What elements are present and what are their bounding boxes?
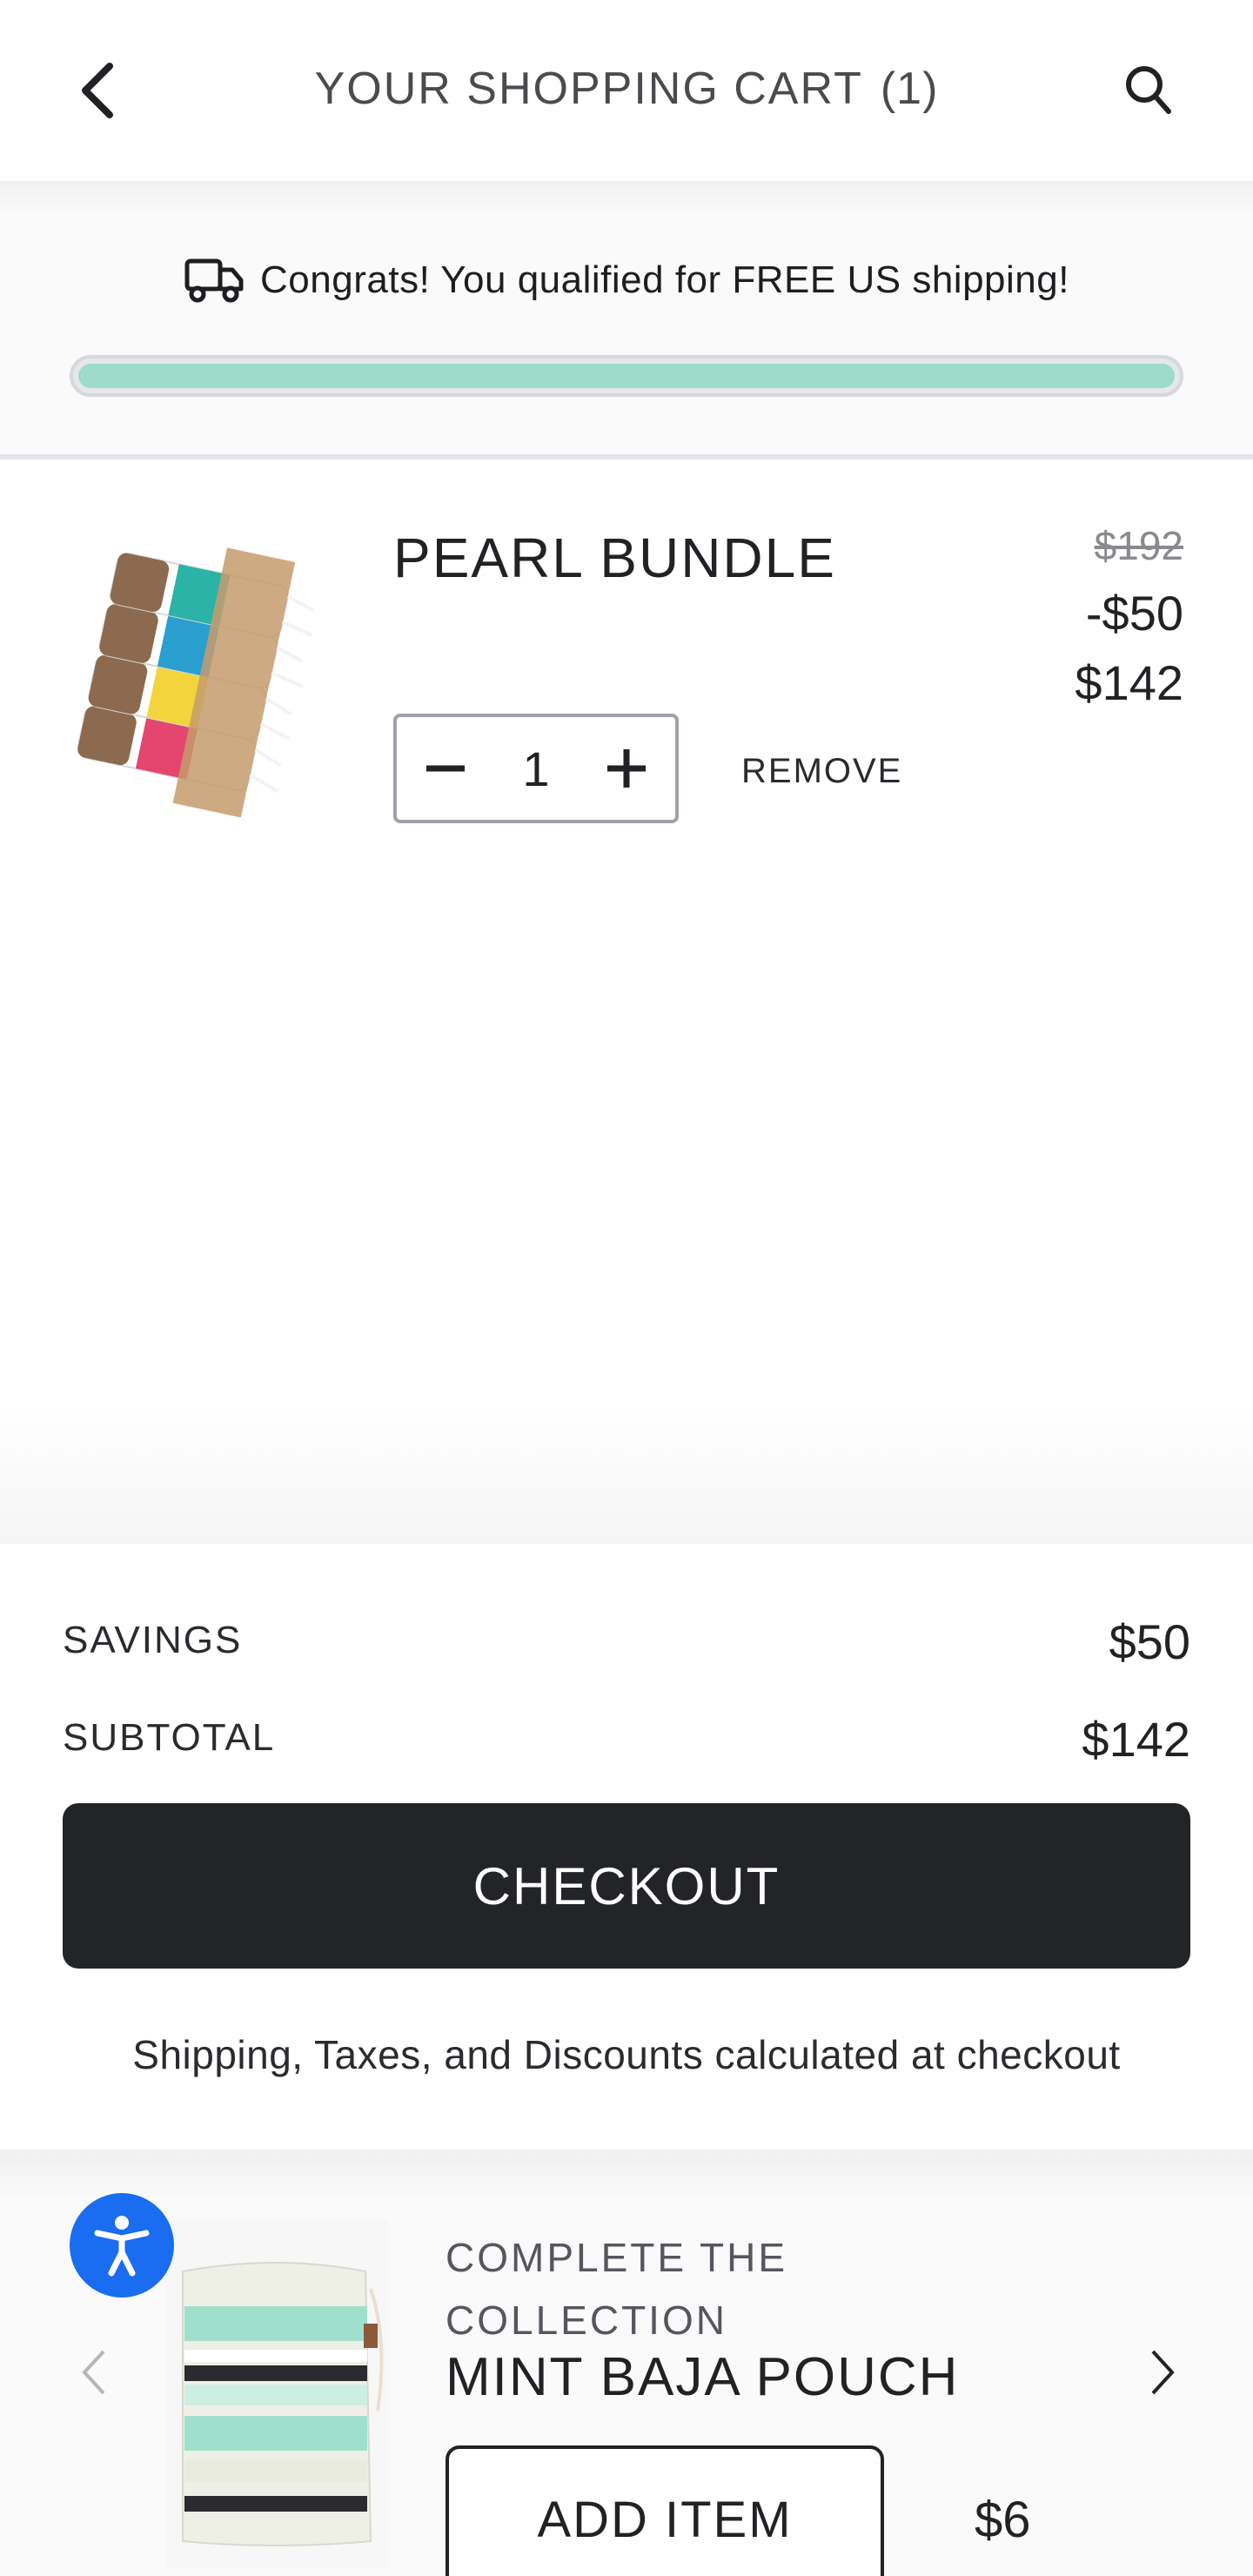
page-title: YOUR SHOPPING CART (1) (0, 63, 1253, 115)
search-button[interactable] (1114, 56, 1183, 125)
checkout-note: Shipping, Taxes, and Discounts calculate… (132, 2032, 1121, 2077)
search-icon (1126, 66, 1171, 114)
savings-value: $50 (1109, 1614, 1190, 1669)
savings-label: SAVINGS (63, 1619, 243, 1661)
page-title-text: YOUR SHOPPING CART (314, 64, 863, 114)
decrease-quantity-button[interactable] (421, 744, 470, 793)
chevron-left-icon (82, 2350, 105, 2395)
increase-quantity-button[interactable] (602, 744, 651, 793)
item-price: $142 (1075, 655, 1183, 710)
quantity-value[interactable]: 1 (522, 741, 549, 797)
quantity-stepper: 1 (393, 714, 679, 823)
discount-amount: -$50 (1085, 586, 1183, 641)
plus-icon (607, 749, 646, 788)
cart-item: PEARL BUNDLE $192 -$50 $142 1 REMOVE (0, 465, 1253, 1544)
upsell-product-name[interactable]: MINT BAJA POUCH (446, 2346, 959, 2408)
subtotal-label: SUBTOTAL (63, 1716, 276, 1759)
remove-item-button[interactable]: REMOVE (741, 752, 902, 791)
accessibility-button[interactable] (70, 2193, 174, 2298)
original-price: $192 (1094, 523, 1183, 568)
cart-count: (1) (880, 64, 939, 114)
upsell-price: $6 (975, 2492, 1031, 2548)
order-summary: SAVINGS $50 SUBTOTAL $142 CHECKOUT Shipp… (0, 1544, 1253, 2150)
accessibility-icon (94, 2216, 150, 2277)
product-name[interactable]: PEARL BUNDLE (393, 526, 836, 590)
shipping-progress-fill (78, 364, 1175, 388)
carousel-next-button[interactable] (1142, 2338, 1183, 2407)
subtotal-value: $142 (1082, 1712, 1190, 1767)
minus-icon (426, 765, 465, 772)
product-image (77, 547, 313, 818)
upsell-carousel: COMPLETE THE COLLECTION MINT BAJA POUCH … (0, 2150, 1253, 2576)
upsell-product-image (165, 2219, 388, 2567)
shipping-message: Congrats! You qualified for FREE US ship… (260, 258, 1069, 301)
carousel-prev-button[interactable] (73, 2338, 115, 2407)
chevron-right-icon (1151, 2350, 1175, 2395)
cart-header: YOUR SHOPPING CART (1) (0, 0, 1253, 181)
shipping-message-row: Congrats! You qualified for FREE US ship… (0, 258, 1253, 303)
checkout-button[interactable]: CHECKOUT (63, 1803, 1190, 1969)
free-shipping-banner: Congrats! You qualified for FREE US ship… (0, 181, 1253, 460)
truck-icon (184, 258, 244, 303)
add-item-button[interactable]: ADD ITEM (446, 2445, 884, 2576)
shipping-progress-bar (70, 355, 1183, 397)
upsell-kicker: COMPLETE THE COLLECTION (446, 2235, 787, 2343)
